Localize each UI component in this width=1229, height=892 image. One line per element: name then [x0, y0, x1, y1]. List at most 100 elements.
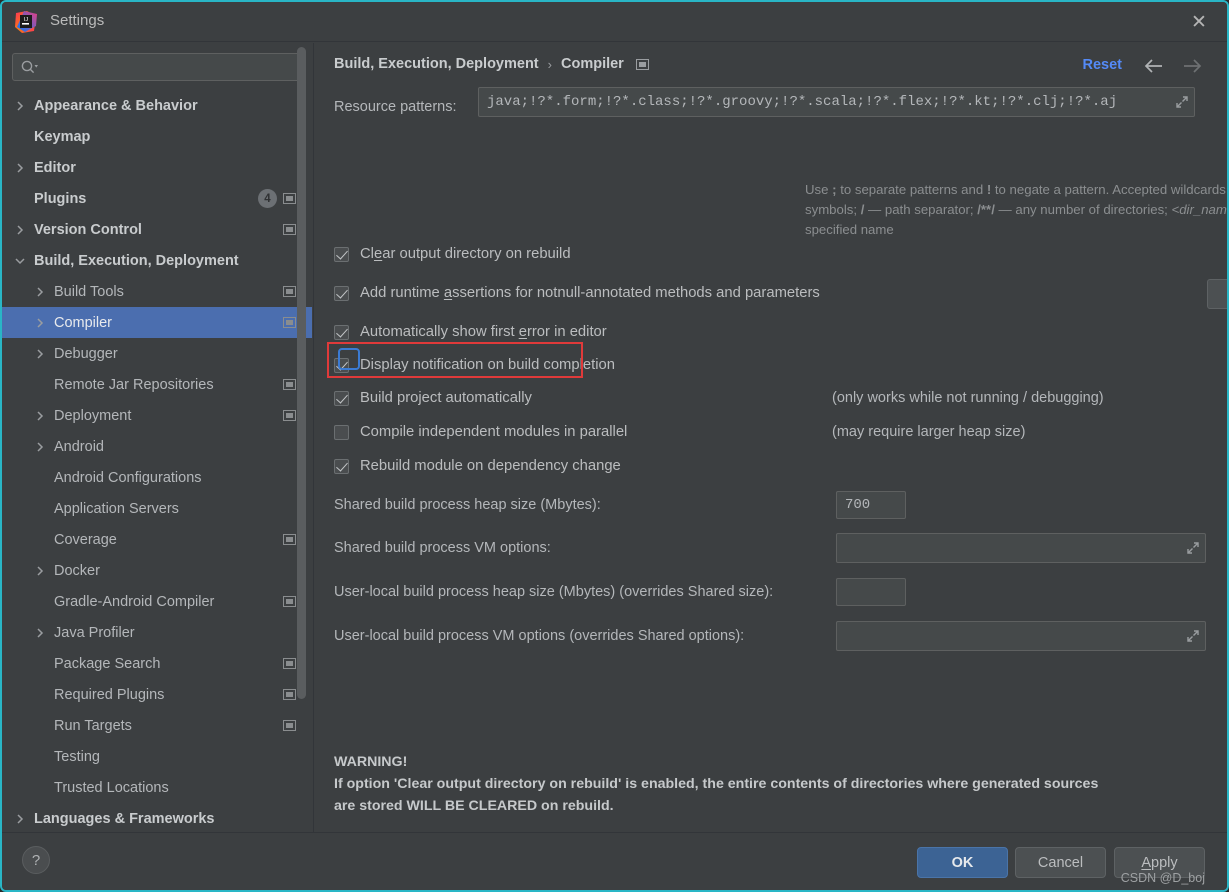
expand-icon[interactable]	[1174, 94, 1190, 110]
sidebar-item-label: Docker	[54, 562, 100, 579]
close-icon[interactable]: ✕	[1177, 6, 1221, 38]
sidebar-item-coverage[interactable]: Coverage	[2, 524, 312, 555]
sidebar-item-run-targets[interactable]: Run Targets	[2, 710, 312, 741]
shared-heap-size-label: Shared build process heap size (Mbytes):	[334, 497, 601, 513]
expand-icon[interactable]	[1185, 628, 1201, 644]
dialog-button-bar: ? OK Cancel Apply CSDN @D_boj	[2, 832, 1227, 890]
sidebar-item-compiler[interactable]: Compiler	[2, 307, 312, 338]
sidebar-item-label: Android Configurations	[54, 469, 202, 486]
checkbox-display-notification[interactable]: Display notification on build completion	[334, 357, 615, 373]
breadcrumb-root[interactable]: Build, Execution, Deployment	[334, 56, 539, 72]
sidebar-item-label: Coverage	[54, 531, 117, 548]
sidebar-item-keymap[interactable]: Keymap	[2, 121, 312, 152]
user-local-vm-options-label: User-local build process VM options (ove…	[334, 628, 745, 644]
user-local-heap-size-label: User-local build process heap size (Mbyt…	[334, 584, 774, 600]
icon-spacer	[283, 131, 296, 142]
checkbox-clear-output-directory[interactable]: Clear output directory on rebuild	[334, 246, 571, 262]
checkbox-rebuild-module-on-dependency-change[interactable]: Rebuild module on dependency change	[334, 458, 621, 474]
icon-spacer	[283, 751, 296, 762]
sidebar-item-languages-frameworks[interactable]: Languages & Frameworks	[2, 803, 312, 833]
shared-heap-size-input[interactable]	[836, 491, 906, 519]
title-bar: IJ Settings ✕	[2, 2, 1227, 42]
checkbox-box[interactable]	[334, 324, 349, 340]
breadcrumb-separator: ›	[547, 56, 552, 72]
ok-button[interactable]: OK	[917, 847, 1008, 878]
sidebar-item-label: Appearance & Behavior	[34, 97, 198, 114]
sidebar-item-build-execution-deployment[interactable]: Build, Execution, Deployment	[2, 245, 312, 276]
sidebar-item-trusted-locations[interactable]: Trusted Locations	[2, 772, 312, 803]
chevron-right-icon[interactable]	[12, 160, 28, 176]
sidebar-item-version-control[interactable]: Version Control	[2, 214, 312, 245]
checkbox-compile-independent-modules[interactable]: Compile independent modules in parallel	[334, 424, 627, 440]
resource-patterns-input[interactable]	[478, 87, 1195, 117]
chevron-right-icon[interactable]	[32, 346, 48, 362]
sidebar-item-android-configurations[interactable]: Android Configurations	[2, 462, 312, 493]
sidebar-item-package-search[interactable]: Package Search	[2, 648, 312, 679]
sidebar-item-label: Compiler	[54, 314, 113, 331]
window-title: Settings	[50, 12, 105, 29]
reset-link[interactable]: Reset	[1083, 57, 1123, 73]
sidebar-item-gradle-android-compiler[interactable]: Gradle-Android Compiler	[2, 586, 312, 617]
breadcrumb-leaf: Compiler	[560, 56, 624, 72]
arrow-left-icon[interactable]	[1141, 54, 1167, 78]
checkbox-build-project-automatically[interactable]: Build project automatically	[334, 390, 532, 406]
checkbox-box[interactable]	[334, 458, 349, 474]
expand-icon[interactable]	[1185, 540, 1201, 556]
checkbox-label: Rebuild module on dependency change	[360, 458, 621, 474]
sidebar-item-remote-jar-repositories[interactable]: Remote Jar Repositories	[2, 369, 312, 400]
warning-line-2: are stored WILL BE CLEARED on rebuild.	[334, 798, 614, 814]
sidebar-item-build-tools[interactable]: Build Tools	[2, 276, 312, 307]
checkbox-box[interactable]	[334, 390, 349, 406]
sidebar-item-editor[interactable]: Editor	[2, 152, 312, 183]
configure-annotations-button[interactable]: Configure annotations...	[1207, 279, 1227, 309]
hint-seg-7: — any number of directories;	[994, 202, 1172, 217]
hint-seg-1: Use	[805, 182, 833, 197]
chevron-right-icon[interactable]	[32, 439, 48, 455]
chevron-right-icon[interactable]	[32, 408, 48, 424]
apply-button[interactable]: Apply	[1114, 847, 1205, 878]
sidebar-item-label: Build, Execution, Deployment	[34, 252, 239, 269]
sidebar-item-appearance-behavior[interactable]: Appearance & Behavior	[2, 90, 312, 121]
chevron-right-icon[interactable]	[12, 222, 28, 238]
chevron-down-icon[interactable]	[12, 253, 28, 269]
sidebar-item-deployment[interactable]: Deployment	[2, 400, 312, 431]
apply-button-label: Apply	[1141, 854, 1178, 871]
checkbox-box[interactable]	[334, 246, 349, 262]
user-local-heap-size-input[interactable]	[836, 578, 906, 606]
sidebar-scrollbar[interactable]	[297, 43, 306, 786]
warning-line-1: If option 'Clear output directory on reb…	[334, 776, 1099, 792]
sidebar-item-required-plugins[interactable]: Required Plugins	[2, 679, 312, 710]
chevron-right-icon[interactable]	[12, 811, 28, 827]
checkbox-add-runtime-assertions[interactable]: Add runtime assertions for notnull-annot…	[334, 285, 820, 301]
sidebar-scrollbar-thumb[interactable]	[297, 47, 306, 699]
sidebar-item-label: Plugins	[34, 190, 87, 207]
user-local-vm-options-input[interactable]	[836, 621, 1206, 651]
chevron-right-icon[interactable]	[32, 284, 48, 300]
sidebar-item-docker[interactable]: Docker	[2, 555, 312, 586]
cancel-button[interactable]: Cancel	[1015, 847, 1106, 878]
sidebar-item-label: Build Tools	[54, 283, 124, 300]
sidebar-item-android[interactable]: Android	[2, 431, 312, 462]
checkbox-auto-show-first-error[interactable]: Automatically show first error in editor	[334, 324, 607, 340]
help-button[interactable]: ?	[22, 846, 50, 874]
sidebar-item-testing[interactable]: Testing	[2, 741, 312, 772]
checkbox-box[interactable]	[334, 285, 349, 301]
chevron-right-icon[interactable]	[32, 563, 48, 579]
chevron-right-icon[interactable]	[32, 315, 48, 331]
chevron-right-icon[interactable]	[32, 625, 48, 641]
sidebar-item-application-servers[interactable]: Application Servers	[2, 493, 312, 524]
icon-spacer	[283, 503, 296, 514]
shared-vm-options-input[interactable]	[836, 533, 1206, 563]
checkbox-box[interactable]	[334, 424, 349, 440]
icon-spacer	[283, 255, 296, 266]
sidebar-item-label: Deployment	[54, 407, 132, 424]
sidebar-item-label: Trusted Locations	[54, 779, 169, 796]
arrow-right-icon[interactable]	[1179, 54, 1205, 78]
sidebar-item-java-profiler[interactable]: Java Profiler	[2, 617, 312, 648]
project-level-setting-icon	[283, 534, 296, 545]
sidebar-item-plugins[interactable]: Plugins 4	[2, 183, 312, 214]
search-input[interactable]	[12, 53, 302, 81]
chevron-right-icon[interactable]	[12, 98, 28, 114]
checkbox-box[interactable]	[334, 357, 349, 373]
sidebar-item-debugger[interactable]: Debugger	[2, 338, 312, 369]
